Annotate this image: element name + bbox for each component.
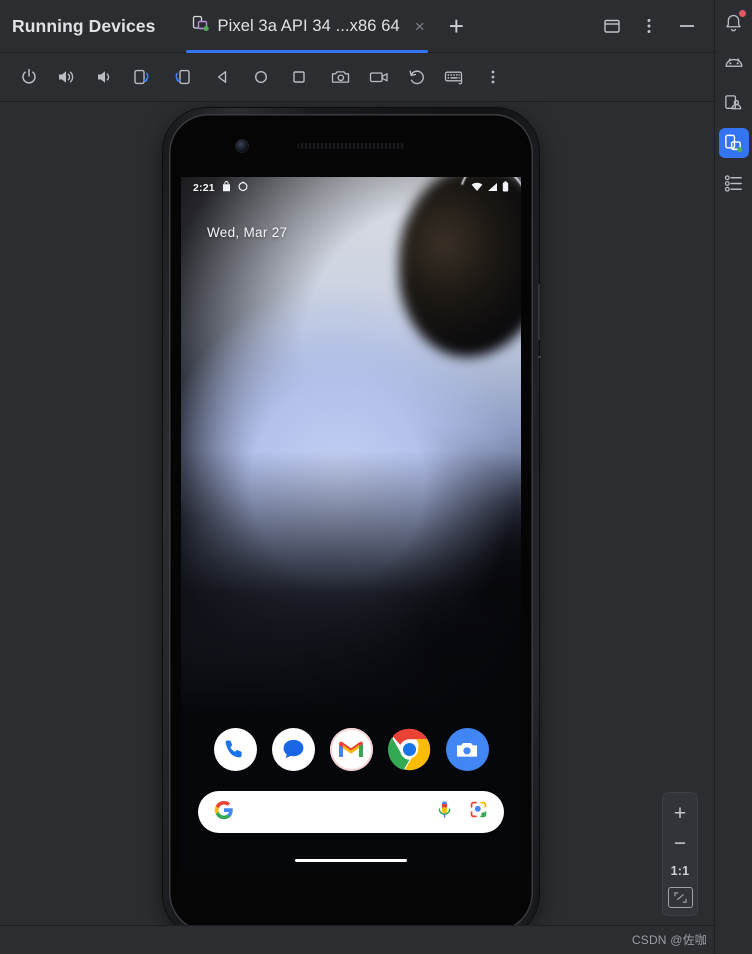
tab-strip: Pixel 3a API 34 ...x86 64 × +	[183, 0, 464, 53]
zoom-controls: + − 1:1	[662, 792, 698, 916]
page-title: Running Devices	[12, 15, 156, 36]
fit-to-screen-icon[interactable]	[667, 887, 693, 908]
signal-icon	[487, 182, 498, 195]
battery-icon	[502, 181, 509, 195]
app-icon-chrome[interactable]	[387, 728, 431, 771]
earpiece-grille	[297, 143, 405, 149]
sidebar-item-emulator[interactable]	[719, 48, 749, 78]
device-bezel: 2:21 Wed, Mar 27	[169, 114, 533, 932]
keyboard-icon[interactable]	[436, 58, 474, 96]
app-icon-messages[interactable]	[271, 728, 315, 771]
rotate-right-icon[interactable]	[162, 58, 200, 96]
device-emulator-icon	[191, 14, 210, 38]
status-bar-left: 2:21	[193, 181, 248, 195]
rotate-left-icon[interactable]	[124, 58, 162, 96]
video-camera-icon[interactable]	[360, 58, 398, 96]
sidebar-item-running-devices[interactable]	[718, 128, 749, 158]
volume-down-icon[interactable]	[86, 58, 124, 96]
tab-label: Pixel 3a API 34 ...x86 64	[217, 16, 400, 35]
sidebar-item-structure[interactable]	[719, 168, 749, 198]
device-volume-side-button[interactable]	[537, 356, 541, 358]
zoom-in-button[interactable]: +	[664, 799, 696, 827]
vertical-dots-icon[interactable]	[640, 16, 658, 36]
circle-icon	[238, 181, 248, 195]
add-device-tab-button[interactable]: +	[449, 13, 464, 39]
home-screen-date: Wed, Mar 27	[207, 225, 288, 240]
rotate-back-icon[interactable]	[398, 58, 436, 96]
running-devices-window: Running Devices Pixel 3a API 34 ...x86 6…	[0, 0, 752, 954]
tab-pixel-3a-api-34[interactable]: Pixel 3a API 34 ...x86 64 ×	[183, 0, 430, 53]
main-column: Running Devices Pixel 3a API 34 ...x86 6…	[0, 0, 714, 954]
camera-icon[interactable]	[322, 58, 360, 96]
app-icon-camera[interactable]	[445, 728, 489, 771]
notification-badge	[738, 10, 746, 17]
google-lens-icon[interactable]	[469, 800, 488, 824]
microphone-icon[interactable]	[436, 800, 453, 824]
sidebar-item-notifications[interactable]	[719, 8, 749, 38]
header-actions	[602, 16, 714, 36]
device-stage: 2:21 Wed, Mar 27 + − 1:1 CSDN @佐咖	[0, 102, 714, 954]
back-triangle-icon[interactable]	[204, 58, 242, 96]
toolbar-vertical-dots-icon[interactable]	[474, 58, 512, 96]
app-icon-phone[interactable]	[213, 728, 257, 771]
wifi-icon	[471, 182, 483, 195]
google-g-icon	[214, 800, 234, 825]
sidebar-item-layout-inspector[interactable]	[719, 88, 749, 118]
device-power-side-button[interactable]	[537, 284, 541, 340]
search-actions	[436, 800, 488, 824]
android-status-bar: 2:21	[181, 177, 521, 199]
window-split-icon[interactable]	[602, 16, 622, 36]
bag-icon	[222, 181, 231, 195]
window-header: Running Devices Pixel 3a API 34 ...x86 6…	[0, 0, 714, 53]
device-screen[interactable]: 2:21 Wed, Mar 27	[181, 177, 521, 871]
tool-sidebar	[714, 0, 752, 954]
home-indicator-bar[interactable]	[295, 858, 407, 862]
google-search-bar[interactable]	[198, 791, 504, 833]
overview-square-icon[interactable]	[280, 58, 318, 96]
app-icon-gmail[interactable]	[329, 728, 373, 771]
zoom-out-button[interactable]: −	[664, 829, 696, 857]
footer-strip	[0, 925, 714, 954]
watermark: CSDN @佐咖	[631, 933, 707, 947]
power-icon[interactable]	[10, 58, 48, 96]
volume-up-icon[interactable]	[48, 58, 86, 96]
device-toolbar	[0, 53, 714, 102]
front-camera-icon	[236, 140, 248, 152]
tab-close-button[interactable]: ×	[415, 18, 425, 35]
app-dock	[181, 728, 521, 771]
home-circle-icon[interactable]	[242, 58, 280, 96]
status-bar-right	[471, 181, 509, 195]
device-frame: 2:21 Wed, Mar 27	[163, 108, 541, 938]
status-bar-clock: 2:21	[193, 182, 215, 194]
actual-size-button[interactable]: 1:1	[671, 859, 690, 884]
minimize-icon[interactable]	[676, 16, 698, 36]
